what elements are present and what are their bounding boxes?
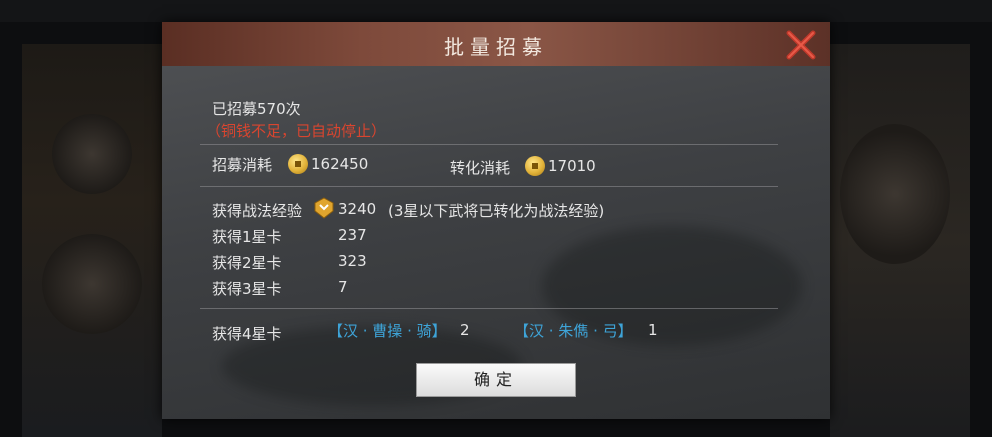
- four-star-card-name[interactable]: 【汉 · 朱儁 · 弓】: [514, 320, 633, 341]
- recruited-count: 已招募570次: [212, 100, 301, 118]
- background-figure: [42, 234, 142, 334]
- background-right-panel: [830, 44, 970, 437]
- two-star-label: 获得2星卡: [212, 254, 282, 272]
- copper-coin-icon: [288, 154, 308, 174]
- four-star-card-count: 2: [460, 321, 470, 339]
- divider: [200, 308, 778, 309]
- convert-label: 转化消耗: [450, 159, 511, 177]
- three-star-value: 7: [338, 278, 348, 296]
- exp-value: 3240: [338, 200, 377, 218]
- cost-label: 招募消耗: [212, 156, 273, 174]
- copper-coin-icon: [525, 156, 545, 176]
- background-figure: [52, 114, 132, 194]
- convert-value: 17010: [548, 157, 596, 175]
- close-icon: [786, 30, 816, 60]
- confirm-button[interactable]: 确定: [416, 363, 576, 397]
- divider: [200, 186, 778, 187]
- close-button[interactable]: [784, 28, 818, 62]
- four-star-card-count: 1: [648, 321, 658, 339]
- divider: [200, 144, 778, 145]
- two-star-value: 323: [338, 252, 367, 270]
- cost-value: 162450: [311, 155, 369, 173]
- one-star-value: 237: [338, 226, 367, 244]
- background-top-bar: [0, 0, 992, 22]
- three-star-label: 获得3星卡: [212, 280, 282, 298]
- exp-label: 获得战法经验: [212, 202, 303, 220]
- dialog-title-bar: 批量招募: [162, 22, 830, 66]
- exp-note: (3星以下武将已转化为战法经验): [388, 202, 605, 220]
- stopped-notice: （铜钱不足，已自动停止）: [206, 122, 387, 140]
- background-left-panel: [22, 44, 162, 437]
- dialog-title: 批量招募: [444, 35, 548, 59]
- tactic-exp-icon: [314, 197, 334, 219]
- batch-recruit-dialog: 批量招募 已招募570次 （铜钱不足，已自动停止） 招募消耗 162450 转化…: [162, 22, 830, 419]
- four-star-card-name[interactable]: 【汉 · 曹操 · 骑】: [328, 320, 447, 341]
- four-star-label: 获得4星卡: [212, 325, 282, 343]
- one-star-label: 获得1星卡: [212, 228, 282, 246]
- background-figure: [840, 124, 950, 264]
